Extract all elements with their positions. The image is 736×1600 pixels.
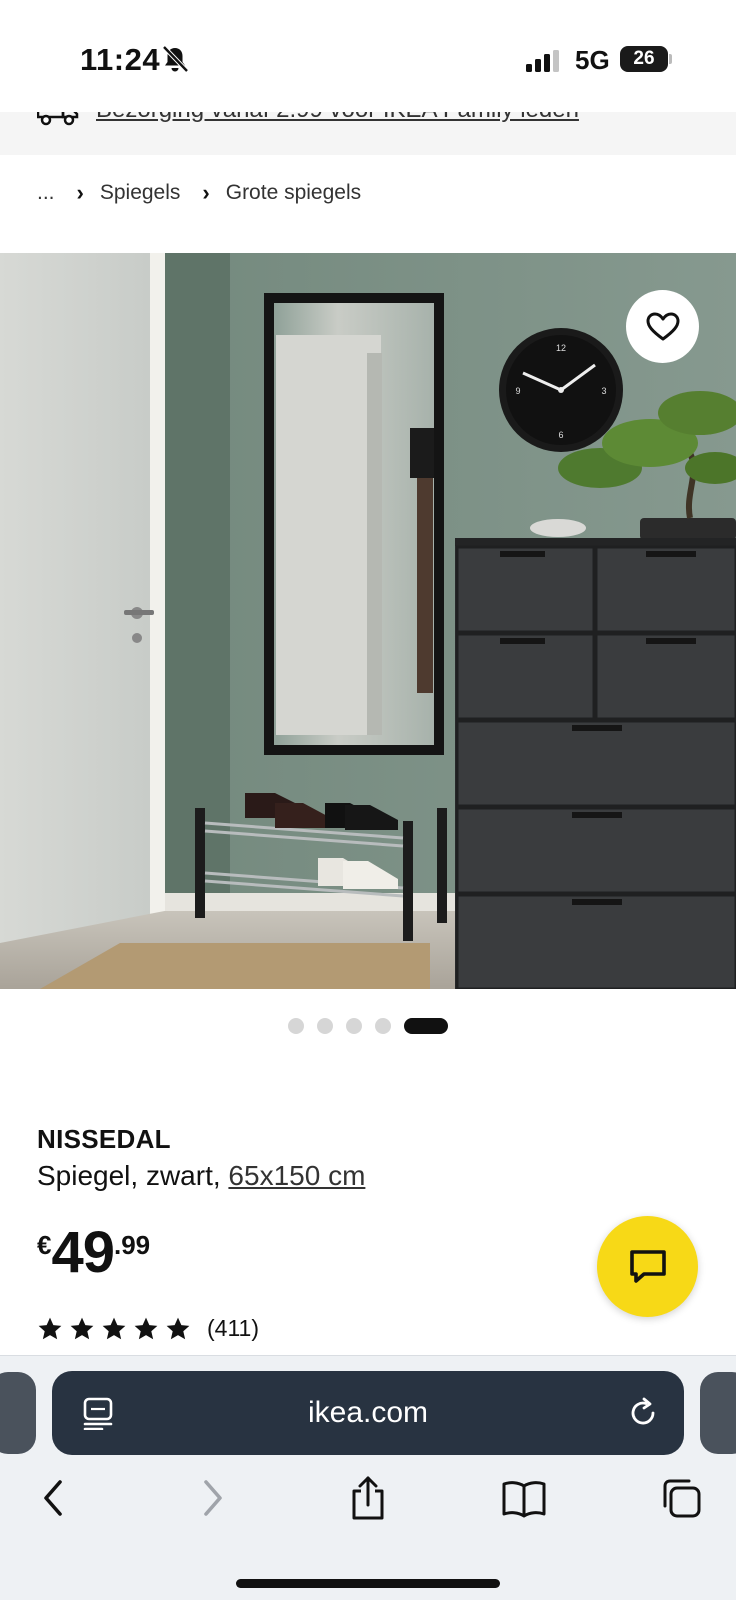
star-icon — [134, 1317, 158, 1339]
tabs-button[interactable] — [654, 1471, 708, 1525]
signal-icon — [526, 50, 559, 72]
pagination-dot[interactable] — [317, 1018, 333, 1034]
bookmarks-icon — [502, 1481, 546, 1518]
svg-text:9: 9 — [515, 386, 520, 396]
url-text: ikea.com — [307, 1396, 429, 1429]
product-rating[interactable]: (411) — [37, 1315, 259, 1342]
chat-button[interactable] — [597, 1216, 698, 1317]
product-description-text: Spiegel, zwart, — [37, 1160, 229, 1191]
chevron-right-icon: › — [202, 180, 210, 205]
price-integer: 49 — [51, 1220, 115, 1285]
svg-text:6: 6 — [558, 430, 563, 440]
favorite-button[interactable] — [626, 290, 699, 363]
address-bar[interactable]: ikea.com — [52, 1371, 684, 1455]
breadcrumb-item-grote-spiegels[interactable]: Grote spiegels — [226, 181, 361, 205]
star-icon — [38, 1317, 62, 1339]
back-button[interactable] — [26, 1471, 80, 1525]
status-bar: 11:24 5G 26 — [0, 0, 736, 112]
product-image[interactable]: 12 3 6 9 — [0, 253, 736, 989]
delivery-banner[interactable]: Bezorging vanaf 2.99 voor IKEA Family le… — [0, 112, 736, 155]
price-decimal: .99 — [113, 1230, 151, 1260]
forward-icon — [204, 1480, 222, 1516]
back-icon — [44, 1480, 62, 1516]
bell-slash-icon — [162, 45, 189, 73]
previous-tab-preview[interactable] — [0, 1372, 36, 1454]
breadcrumb-ellipsis[interactable]: ... — [37, 181, 55, 205]
star-icon — [102, 1317, 126, 1339]
tabs-icon — [663, 1479, 701, 1518]
chat-icon — [629, 1249, 666, 1283]
bookmarks-button[interactable] — [497, 1471, 551, 1525]
star-icon — [70, 1317, 94, 1339]
pagination-dot[interactable] — [346, 1018, 362, 1034]
chevron-right-icon: › — [76, 180, 84, 205]
forward-button[interactable] — [186, 1471, 240, 1525]
truck-icon — [37, 112, 79, 126]
rating-count[interactable]: (411) — [207, 1315, 259, 1342]
heart-icon — [646, 312, 679, 340]
pagination-dot-active[interactable] — [404, 1018, 448, 1034]
home-indicator — [236, 1579, 500, 1588]
product-size-link[interactable]: 65x150 cm — [228, 1160, 365, 1191]
share-icon — [352, 1476, 384, 1520]
status-time: 11:24 — [80, 42, 161, 77]
battery-tip — [669, 54, 672, 64]
svg-text:3: 3 — [601, 386, 606, 396]
breadcrumb-item-spiegels[interactable]: Spiegels — [100, 181, 181, 205]
product-photo: 12 3 6 9 — [0, 253, 736, 989]
network-label: 5G — [575, 45, 610, 75]
browser-toolbar: ikea.com — [0, 1355, 736, 1600]
page-menu-icon[interactable] — [82, 1396, 114, 1430]
battery-indicator: 26 — [620, 46, 668, 72]
svg-text:12: 12 — [556, 343, 566, 353]
next-tab-preview[interactable] — [700, 1372, 736, 1454]
product-description: Spiegel, zwart, 65x150 cm — [37, 1160, 365, 1192]
star-icon — [166, 1317, 190, 1339]
breadcrumb: ... › Spiegels › Grote spiegels — [37, 178, 361, 208]
reload-icon[interactable] — [626, 1396, 660, 1430]
product-name: NISSEDAL — [37, 1124, 171, 1154]
image-pagination — [0, 1018, 736, 1034]
share-button[interactable] — [341, 1471, 395, 1525]
pagination-dot[interactable] — [375, 1018, 391, 1034]
delivery-link[interactable]: Bezorging vanaf 2.99 voor IKEA Family le… — [96, 112, 579, 124]
price-currency: € — [37, 1230, 52, 1260]
product-price: € 49 .99 — [37, 1224, 150, 1282]
pagination-dot[interactable] — [288, 1018, 304, 1034]
